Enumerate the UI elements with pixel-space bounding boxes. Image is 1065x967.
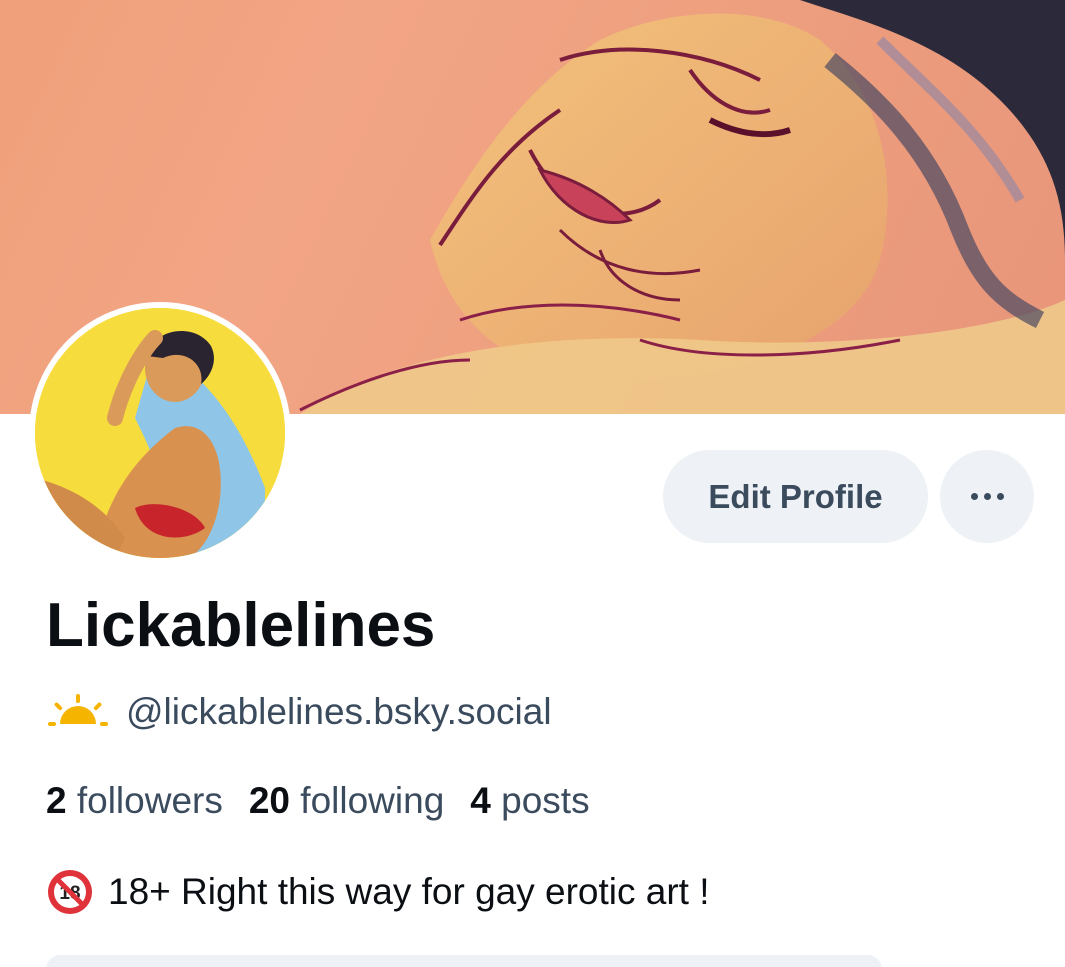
more-horizontal-icon-dot [970,493,978,500]
profile-handle: @lickablelines.bsky.social [126,691,552,732]
followers-count: 2 [46,780,67,821]
profile-stats: 2 followers 20 following 4 posts [46,780,590,822]
following-label: following [300,780,445,821]
edit-profile-button[interactable]: Edit Profile [663,450,928,543]
posts-stat: 4 posts [470,780,589,821]
more-horizontal-icon-dot [983,493,991,500]
following-count: 20 [248,780,291,821]
following-stat[interactable]: 20 following [249,780,444,821]
bio-text: 18+ Right this way for gay erotic art ! [108,871,710,912]
more-options-button[interactable] [940,450,1034,543]
followers-label: followers [76,780,223,821]
profile-bio: 18 18+ Right this way for gay erotic art… [46,868,710,916]
posts-count: 4 [470,780,491,821]
profile-avatar[interactable] [29,302,291,564]
followers-stat[interactable]: 2 followers [46,780,223,821]
pinned-card-edge [46,955,882,967]
no-one-under-eighteen-icon: 18 [48,870,92,914]
sun-rising-icon [48,694,108,726]
posts-label: posts [501,780,590,821]
profile-page: Edit Profile Lickablelines @lickableline… [0,0,1065,967]
avatar-image [35,308,285,558]
display-name: Lickablelines [46,591,436,660]
more-horizontal-icon-dot [996,493,1004,500]
handle-row: @lickablelines.bsky.social [46,690,552,734]
avatar-illustration [35,308,285,558]
